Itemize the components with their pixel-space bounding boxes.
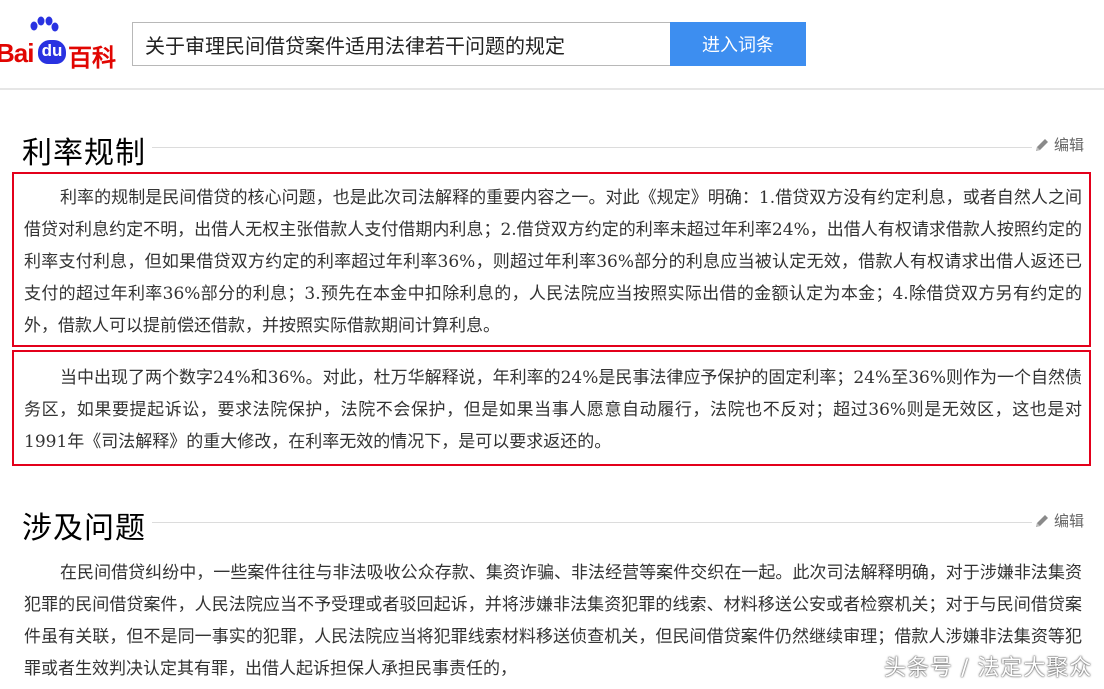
watermark-text: 头条号 / 法定大聚众 — [884, 656, 1093, 681]
section-title-rule — [152, 522, 1032, 523]
logo-text-baike: 百科 — [68, 44, 116, 72]
baidu-baike-logo[interactable]: Bai du 百科 — [0, 16, 122, 72]
paragraph-interest-rules: 利率的规制是民间借贷的核心问题，也是此次司法解释的重要内容之一。对此《规定》明确… — [24, 188, 1082, 336]
edit-link-section-2[interactable]: 编辑 — [1034, 510, 1084, 531]
paragraph-interest-explanation: 当中出现了两个数字24%和36%。对此，杜万华解释说，年利率的24%是民事法律应… — [24, 368, 1082, 452]
pencil-icon — [1036, 514, 1048, 527]
edit-link-section-1[interactable]: 编辑 — [1034, 134, 1084, 155]
enter-entry-button[interactable]: 进入词条 — [670, 22, 806, 66]
section-title-rule — [152, 147, 1032, 148]
edit-label: 编辑 — [1054, 512, 1085, 530]
edit-label: 编辑 — [1054, 136, 1085, 154]
section-title-related-issues: 涉及问题 — [22, 511, 146, 546]
search-box — [132, 22, 670, 66]
pencil-icon — [1036, 138, 1048, 151]
logo-text-du: du — [38, 40, 66, 64]
header-bar: Bai du 百科 进入词条 — [0, 0, 1104, 88]
header-divider — [0, 88, 1104, 90]
search-input[interactable] — [133, 23, 670, 65]
logo-text-bai: Bai — [0, 38, 34, 68]
section-title-interest-rate: 利率规制 — [22, 136, 146, 171]
